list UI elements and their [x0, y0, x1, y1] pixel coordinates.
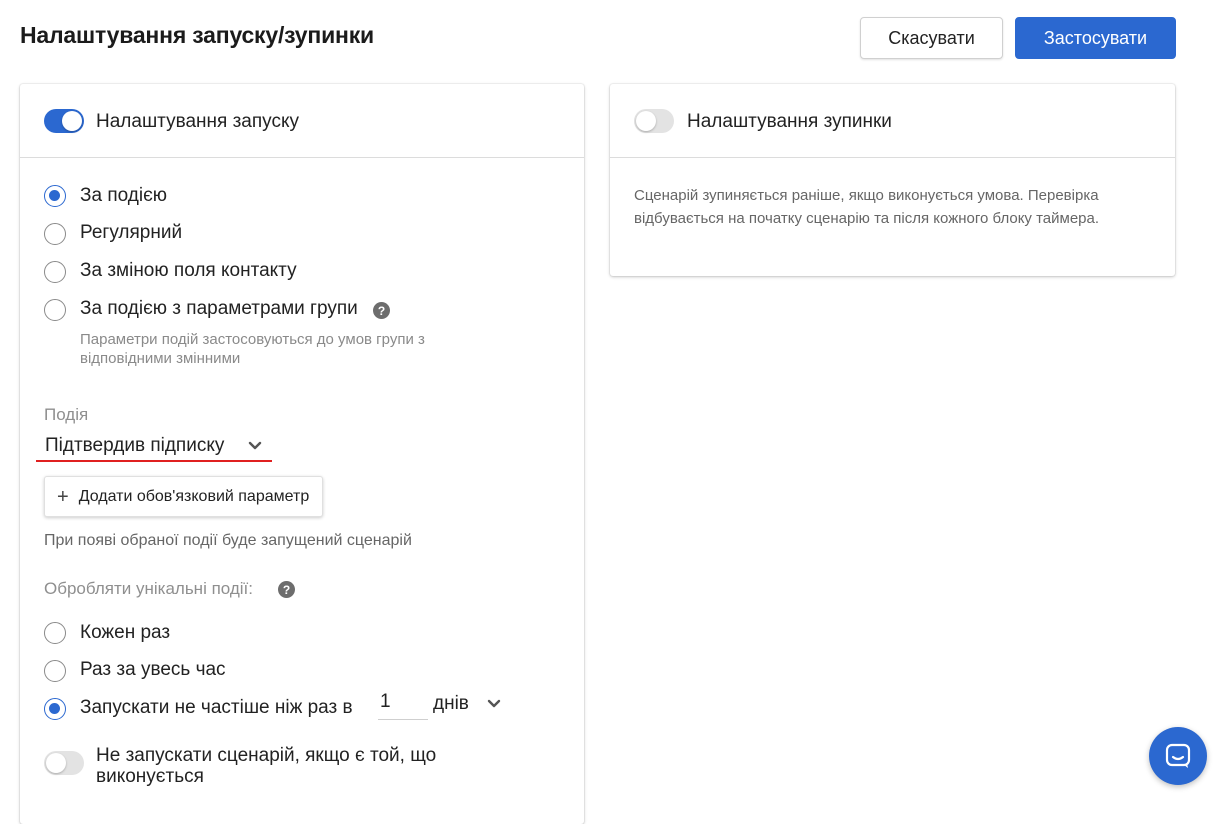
- event-hint: При появі обраної події буде запущений с…: [44, 532, 412, 549]
- trigger-label-group-params[interactable]: За подією з параметрами групи: [80, 298, 358, 320]
- stop-settings-card: Налаштування зупинки Сценарій зупиняєтьс…: [610, 84, 1175, 276]
- unique-events-label: Обробляти унікальні події:: [44, 579, 253, 598]
- apply-button[interactable]: Застосувати: [1015, 17, 1176, 59]
- question-circle-icon[interactable]: ?: [373, 302, 390, 319]
- stop-settings-title: Налаштування зупинки: [687, 111, 892, 132]
- chevron-down-icon[interactable]: [248, 441, 262, 451]
- unique-label-once[interactable]: Раз за увесь час: [80, 659, 226, 681]
- trigger-label-event[interactable]: За подією: [80, 185, 167, 207]
- trigger-label-contact-field[interactable]: За зміною поля контакту: [80, 260, 297, 282]
- unique-label-frequency[interactable]: Запускати не частіше ніж раз в: [80, 697, 353, 719]
- trigger-radio-contact-field[interactable]: [44, 261, 66, 283]
- trigger-radio-group-params[interactable]: [44, 299, 66, 321]
- chevron-down-icon[interactable]: [487, 699, 501, 709]
- stop-settings-toggle[interactable]: [634, 109, 674, 133]
- unique-radio-every-time[interactable]: [44, 622, 66, 644]
- trigger-radio-event[interactable]: [44, 185, 66, 207]
- stop-settings-header: Налаштування зупинки: [610, 84, 1175, 158]
- chat-button[interactable]: [1149, 727, 1207, 785]
- skip-running-toggle[interactable]: [44, 751, 84, 775]
- add-required-param-button[interactable]: + Додати обов'язковий параметр: [44, 476, 323, 517]
- frequency-input[interactable]: [378, 688, 428, 720]
- event-select[interactable]: Підтвердив підписку: [45, 435, 224, 457]
- event-label: Подія: [44, 405, 89, 424]
- chat-bubble-icon: [1165, 743, 1191, 768]
- trigger-radio-regular[interactable]: [44, 223, 66, 245]
- plus-icon: +: [57, 485, 69, 508]
- start-settings-title: Налаштування запуску: [96, 111, 299, 132]
- unique-radio-once[interactable]: [44, 660, 66, 682]
- question-circle-icon[interactable]: ?: [278, 581, 295, 598]
- event-select-highlight: [36, 460, 272, 462]
- cancel-button[interactable]: Скасувати: [860, 17, 1003, 59]
- start-settings-card: Налаштування запуску За подією Регулярни…: [20, 84, 584, 824]
- start-settings-toggle[interactable]: [44, 109, 84, 133]
- start-settings-header: Налаштування запуску: [20, 84, 584, 158]
- frequency-unit-select[interactable]: днів: [433, 693, 469, 715]
- group-params-hint: Параметри подій застосовуються до умов г…: [80, 331, 425, 367]
- page-title: Налаштування запуску/зупинки: [20, 22, 374, 48]
- add-param-label: Додати обов'язковий параметр: [78, 487, 310, 505]
- unique-label-every-time[interactable]: Кожен раз: [80, 622, 170, 644]
- trigger-label-regular[interactable]: Регулярний: [80, 222, 182, 244]
- unique-radio-frequency[interactable]: [44, 698, 66, 720]
- skip-running-label: Не запускати сценарій, якщо є той, що ви…: [96, 745, 437, 787]
- stop-settings-description: Сценарій зупиняється раніше, якщо викону…: [634, 187, 1100, 227]
